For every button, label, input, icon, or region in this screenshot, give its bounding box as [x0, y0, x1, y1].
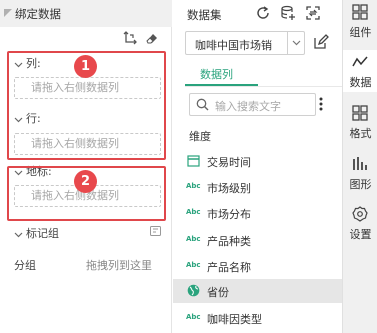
chevron-down-icon [14, 232, 23, 237]
calendar-icon [187, 155, 200, 167]
bind-data-title: 绑定数据 [15, 7, 61, 21]
sidebar-item-component[interactable]: 组件 [343, 0, 377, 42]
field-item-province[interactable]: 省份 [173, 279, 342, 303]
collapse-left-icon[interactable] [3, 8, 13, 18]
sidebar-item-graph[interactable]: 图形 [343, 152, 377, 194]
field-label: 咖啡因类型 [207, 313, 262, 326]
mark-group-label[interactable]: 标记组 [14, 225, 59, 241]
chevron-down-icon [14, 62, 23, 67]
chevron-down-icon [14, 170, 23, 175]
edit-icon[interactable] [313, 34, 329, 50]
refresh-icon[interactable] [255, 5, 271, 21]
field-label: 产品名称 [207, 261, 251, 274]
text-type-icon: Abc [186, 261, 201, 269]
text-type-icon: Abc [186, 313, 201, 321]
group-drop-zone[interactable]: 拖拽列到这里 [86, 257, 152, 273]
tag-icon[interactable] [150, 226, 161, 236]
graph-icon [353, 157, 367, 170]
field-item-market-distribution[interactable]: Abc 市场分布 [173, 201, 342, 225]
format-icon [352, 105, 368, 121]
search-icon [196, 98, 209, 111]
column-drop-zone[interactable]: 请拖入右侧数据列 [14, 77, 161, 99]
chevron-down-icon [14, 117, 23, 122]
column-label[interactable]: 列: [14, 55, 41, 71]
annotation-badge-2: 2 [74, 170, 97, 193]
field-label: 市场分布 [207, 208, 251, 221]
field-item-market-level[interactable]: Abc 市场级别 [173, 175, 342, 199]
add-dataset-icon[interactable] [280, 5, 296, 21]
bind-data-panel: 绑定数据 列: 请拖入右侧数据列 行: 请拖入右侧数据列 地标: 请拖入右侧数据… [0, 0, 172, 333]
field-item-trade-time[interactable]: 交易时间 [173, 149, 342, 173]
row-drop-zone[interactable]: 请拖入右侧数据列 [14, 133, 161, 155]
field-label: 省份 [207, 286, 229, 299]
chevron-down-icon[interactable] [287, 32, 304, 54]
field-search-input[interactable]: 输入搜索文字 [189, 93, 316, 116]
group-label: 分组 [14, 259, 36, 272]
dataset-title: 数据集 [187, 8, 222, 22]
sidebar-item-label: 格式 [349, 127, 372, 140]
row-label[interactable]: 行: [14, 110, 41, 126]
field-item-product-category[interactable]: Abc 产品种类 [173, 228, 342, 252]
sidebar-item-label: 设置 [349, 228, 372, 241]
sidebar-item-label: 图形 [349, 178, 372, 191]
globe-icon [187, 284, 200, 297]
text-type-icon: Abc [186, 208, 201, 216]
text-type-icon: Abc [186, 182, 201, 190]
swap-axes-icon[interactable] [123, 31, 137, 45]
sidebar-item-label: 数据 [349, 76, 372, 89]
sidebar-item-data[interactable]: 数据 [343, 50, 377, 92]
dataset-select[interactable]: 咖啡中国市场销 [185, 31, 305, 55]
field-item-caffeine-type[interactable]: Abc 咖啡因类型 [173, 306, 342, 330]
tab-divider [185, 86, 342, 87]
data-icon [352, 56, 368, 67]
settings-icon [352, 206, 368, 222]
dataset-panel: 数据集 咖啡中国市场销 数据列 输入搜索文字 维度 交易时间 Abc 市场级别 … [173, 0, 342, 333]
tab-data-columns[interactable]: 数据列 [200, 66, 233, 82]
search-placeholder: 输入搜索文字 [215, 100, 281, 113]
dataset-select-value: 咖啡中国市场销 [195, 39, 272, 52]
field-label: 产品种类 [207, 235, 251, 248]
sidebar-item-settings[interactable]: 设置 [343, 202, 377, 244]
eraser-icon[interactable] [145, 31, 159, 45]
component-icon [352, 4, 368, 20]
annotation-badge-1: 1 [74, 55, 97, 78]
geo-label[interactable]: 地标: [14, 163, 52, 179]
sidebar-item-format[interactable]: 格式 [343, 101, 377, 143]
right-sidebar: 组件 数据 格式 图形 设置 [342, 0, 377, 333]
field-label: 交易时间 [207, 156, 251, 169]
field-label: 市场级别 [207, 182, 251, 195]
field-item-product-name[interactable]: Abc 产品名称 [173, 254, 342, 278]
dimension-title: 维度 [189, 130, 211, 143]
bind-data-header: 绑定数据 [0, 0, 172, 27]
switch-dataset-icon[interactable] [305, 5, 321, 21]
more-options-icon[interactable] [319, 97, 323, 111]
text-type-icon: Abc [186, 235, 201, 243]
sidebar-item-label: 组件 [349, 26, 372, 39]
